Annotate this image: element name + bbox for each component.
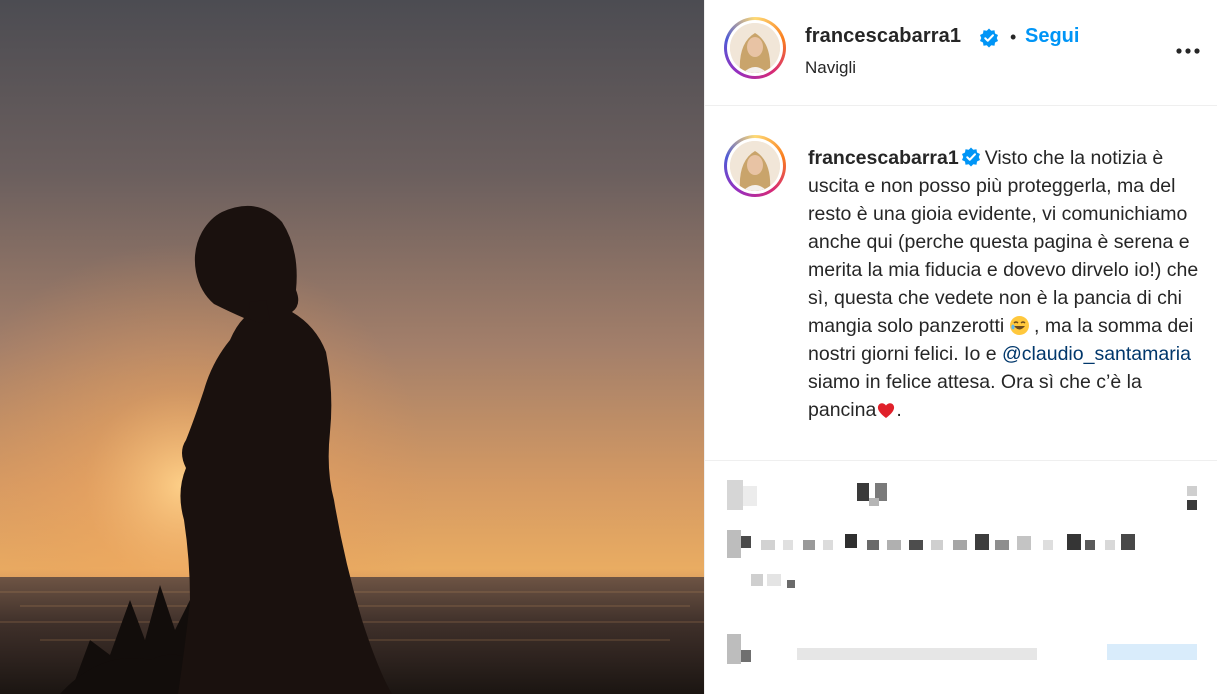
red-heart-emoji-icon [878, 403, 895, 418]
comments-divider [705, 460, 1217, 461]
caption-avatar[interactable] [724, 135, 786, 197]
caption-text-4: . [896, 399, 902, 421]
author-avatar[interactable] [724, 17, 786, 79]
post-caption: francescabarra1 Visto che la notizia è us… [808, 144, 1208, 424]
more-options-icon[interactable] [1175, 46, 1201, 56]
verified-badge-icon [961, 147, 980, 167]
caption-text-1: Visto che la notizia è uscita e non poss… [808, 147, 1199, 337]
avatar-image [730, 23, 780, 73]
post-side-panel: francescabarra1 • Segui Navigli francesc… [704, 0, 1217, 694]
laughing-emoji-icon [1009, 316, 1029, 335]
caption-text-3: siamo in felice attesa. Ora sì che c’è l… [808, 371, 1142, 421]
author-username[interactable]: francescabarra1 [805, 25, 961, 48]
verified-badge-icon [980, 28, 998, 48]
caption-avatar-image [730, 141, 780, 191]
post-photo[interactable] [0, 0, 704, 694]
caption-username[interactable]: francescabarra1 [808, 147, 959, 169]
post-header: francescabarra1 • Segui Navigli [705, 0, 1217, 106]
post-location[interactable]: Navigli [805, 58, 856, 78]
follow-button[interactable]: Segui [1025, 25, 1079, 48]
sunset-silhouette-image [0, 0, 704, 694]
mention-link[interactable]: @claudio_santamaria [1002, 343, 1191, 365]
separator-dot: • [1010, 27, 1017, 47]
